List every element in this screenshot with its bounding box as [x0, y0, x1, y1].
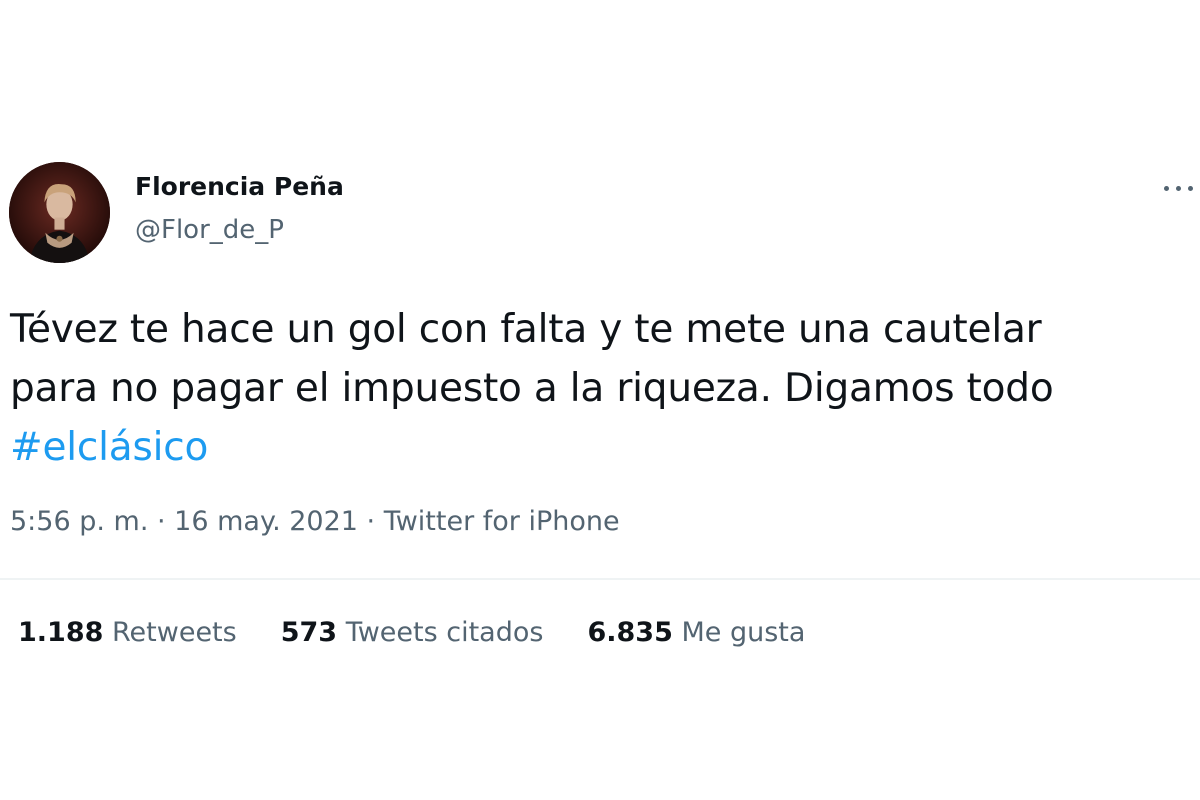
tweet-text-line: para no pagar el impuesto a la riqueza. …: [10, 366, 1054, 411]
more-dot: [1176, 186, 1181, 191]
quote-tweets-count: 573: [280, 617, 338, 648]
avatar-image: [9, 162, 110, 263]
author-handle[interactable]: @Flor_de_P: [135, 215, 284, 245]
tweet-stats: 1.188 Retweets 573 Tweets citados 6.835 …: [18, 617, 805, 648]
tweet-card: Florencia Peña @Flor_de_P Tévez te hace …: [0, 0, 1200, 800]
retweets-stat[interactable]: 1.188 Retweets: [18, 617, 237, 648]
divider: [0, 578, 1200, 580]
author-display-name[interactable]: Florencia Peña: [135, 172, 344, 201]
likes-count: 6.835: [587, 617, 673, 648]
hashtag-link[interactable]: #elclásico: [10, 418, 1195, 477]
retweets-count: 1.188: [18, 617, 104, 648]
tweet-time[interactable]: 5:56 p. m.: [10, 506, 148, 537]
meta-separator: ·: [148, 506, 175, 537]
likes-label: Me gusta: [681, 617, 806, 648]
tweet-date[interactable]: 16 may. 2021: [174, 506, 358, 537]
more-dot: [1164, 186, 1169, 191]
quote-tweets-label: Tweets citados: [345, 617, 544, 648]
tweet-meta: 5:56 p. m. · 16 may. 2021 · Twitter for …: [10, 506, 620, 537]
likes-stat[interactable]: 6.835 Me gusta: [587, 617, 805, 648]
more-options-icon[interactable]: [1162, 178, 1196, 198]
quote-tweets-stat[interactable]: 573 Tweets citados: [281, 617, 544, 648]
tweet-source[interactable]: Twitter for iPhone: [384, 506, 620, 537]
tweet-text: Tévez te hace un gol con falta y te mete…: [10, 300, 1195, 477]
tweet-text-line: Tévez te hace un gol con falta y te mete…: [10, 307, 1042, 352]
retweets-label: Retweets: [112, 617, 237, 648]
avatar[interactable]: [9, 162, 110, 263]
more-dot: [1188, 186, 1193, 191]
meta-separator: ·: [357, 506, 384, 537]
